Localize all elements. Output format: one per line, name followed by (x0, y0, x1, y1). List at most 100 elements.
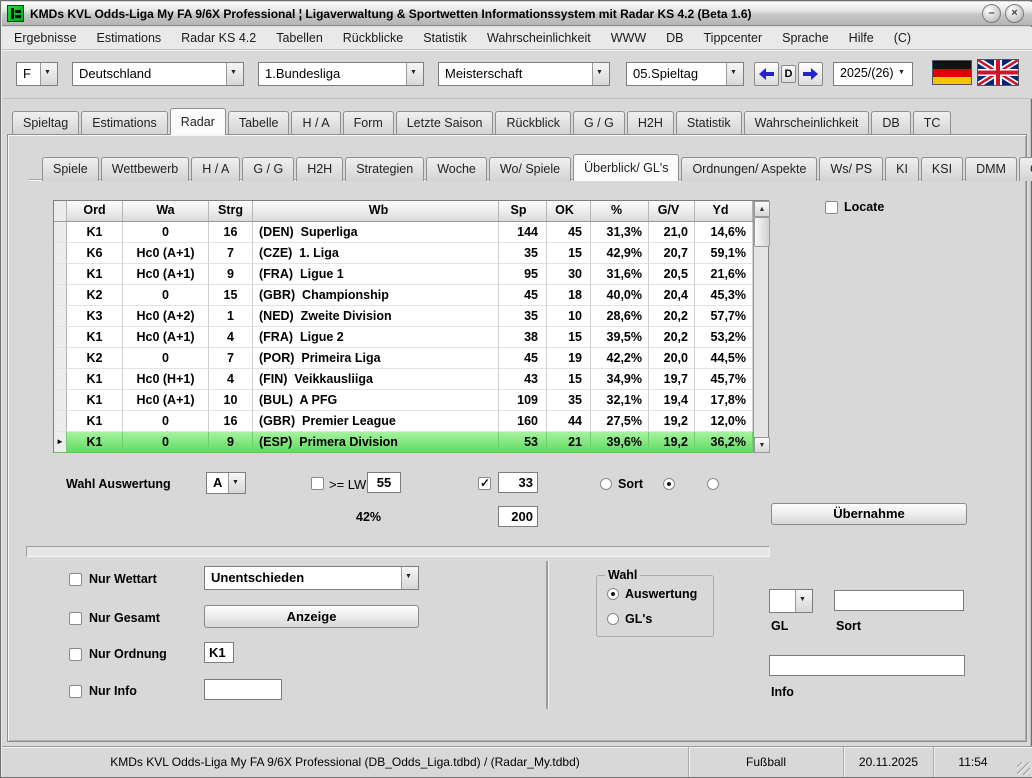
column-header[interactable]: Yd (695, 201, 753, 221)
main-tab[interactable]: H2H (627, 111, 674, 135)
nur-wettart-checkbox[interactable] (69, 573, 82, 586)
radar-tab[interactable]: Ordnungen/ Aspekte (681, 157, 817, 181)
radar-tab[interactable]: H2H (296, 157, 343, 181)
radar-tab[interactable]: KI (885, 157, 919, 181)
main-tab[interactable]: Rückblick (495, 111, 571, 135)
menu-item[interactable]: Ergebnisse (4, 27, 87, 49)
info-input[interactable] (769, 655, 965, 676)
main-tab[interactable]: DB (871, 111, 910, 135)
sort-input[interactable] (834, 590, 964, 611)
radar-tab[interactable]: Wo/ Spiele (489, 157, 571, 181)
column-header[interactable]: Wa (123, 201, 209, 221)
threshold-input[interactable] (498, 472, 538, 493)
radar-tab[interactable]: Woche (426, 157, 487, 181)
chevron-down-icon[interactable] (406, 63, 423, 85)
menu-item[interactable]: Rückblicke (333, 27, 413, 49)
radar-tab[interactable]: G / G (242, 157, 294, 181)
column-header[interactable]: OK (547, 201, 591, 221)
column-header[interactable]: Sp (499, 201, 547, 221)
close-icon[interactable]: × (1005, 4, 1024, 23)
ordnung-input[interactable] (204, 642, 234, 663)
table-row[interactable]: K1Hc0 (A+1)10(BUL) A PFG1093532,1%19,417… (54, 390, 753, 411)
table-row[interactable]: K1Hc0 (A+1)4(FRA) Ligue 2381539,5%20,253… (54, 327, 753, 348)
chevron-down-icon[interactable] (228, 473, 245, 493)
column-header[interactable]: Wb (253, 201, 499, 221)
table-row[interactable]: K1Hc0 (H+1)4(FIN) Veikkausliiga431534,9%… (54, 369, 753, 390)
chevron-down-icon[interactable] (401, 567, 418, 589)
chevron-down-icon[interactable] (726, 63, 743, 85)
radar-tab[interactable]: DMM (965, 157, 1017, 181)
uk-flag-icon[interactable] (977, 59, 1019, 86)
main-tab[interactable]: Spieltag (12, 111, 79, 135)
menu-item[interactable]: Sprache (772, 27, 839, 49)
main-tab[interactable]: Form (343, 111, 394, 135)
radar-tab[interactable]: Ws/ PS (819, 157, 883, 181)
menu-item[interactable]: Estimations (87, 27, 172, 49)
radar-tab[interactable]: Überblick/ GL's (573, 154, 679, 181)
table-row[interactable]: K207(POR) Primeira Liga451942,2%20,044,5… (54, 348, 753, 369)
auswertung-combobox[interactable]: A (206, 472, 246, 494)
radar-tab[interactable]: Wettbewerb (101, 157, 189, 181)
german-flag-icon[interactable] (932, 60, 972, 85)
chevron-down-icon[interactable] (40, 63, 57, 85)
wahl-gls-radio[interactable] (607, 613, 619, 625)
table-row[interactable]: K109(ESP) Primera Division532139,6%19,23… (54, 432, 753, 453)
menu-item[interactable]: Statistik (413, 27, 477, 49)
radar-tab[interactable]: Optionen (1019, 157, 1032, 181)
main-tab[interactable]: Letzte Saison (396, 111, 494, 135)
menu-item[interactable]: Tippcenter (694, 27, 773, 49)
matchday-combobox[interactable]: 05.Spieltag (626, 62, 744, 86)
uebernahme-button[interactable]: Übernahme (771, 503, 967, 525)
chevron-down-icon[interactable] (795, 590, 812, 612)
chevron-down-icon[interactable] (592, 63, 609, 85)
wettart-combobox[interactable]: Unentschieden (204, 566, 419, 590)
column-header[interactable]: Strg (209, 201, 253, 221)
filter-combobox[interactable]: F (16, 62, 58, 86)
lw-input[interactable] (367, 472, 401, 493)
limit-input[interactable] (498, 506, 538, 527)
table-row[interactable]: K1016(DEN) Superliga1444531,3%21,014,6% (54, 222, 753, 243)
chevron-down-icon[interactable] (226, 63, 243, 85)
menu-item[interactable]: Tabellen (266, 27, 333, 49)
next-matchday-button[interactable] (798, 62, 823, 86)
menu-item[interactable]: DB (656, 27, 693, 49)
radar-tab[interactable]: Strategien (345, 157, 424, 181)
info-filter-input[interactable] (204, 679, 282, 700)
radar-tab[interactable]: Spiele (42, 157, 99, 181)
main-tab[interactable]: Estimations (81, 111, 168, 135)
menu-item[interactable]: Radar KS 4.2 (171, 27, 266, 49)
menu-item[interactable]: WWW (601, 27, 656, 49)
scrollbar-thumb[interactable] (754, 217, 770, 247)
main-tab[interactable]: Statistik (676, 111, 742, 135)
main-tab[interactable]: Wahrscheinlichkeit (744, 111, 870, 135)
mode-combobox[interactable]: Meisterschaft (438, 62, 610, 86)
main-tab[interactable]: G / G (573, 111, 625, 135)
gl-combobox[interactable] (769, 589, 813, 613)
nav-d-button[interactable]: D (781, 65, 796, 83)
table-row[interactable]: K2015(GBR) Championship451840,0%20,445,3… (54, 285, 753, 306)
table-row[interactable]: K6Hc0 (A+1)7(CZE) 1. Liga351542,9%20,759… (54, 243, 753, 264)
scroll-down-icon[interactable]: ▼ (754, 437, 770, 453)
sort-option2-radio[interactable] (663, 478, 675, 490)
nur-ordnung-checkbox[interactable] (69, 648, 82, 661)
menu-item[interactable]: Wahrscheinlichkeit (477, 27, 601, 49)
previous-matchday-button[interactable] (754, 62, 779, 86)
table-row[interactable]: K3Hc0 (A+2)1(NED) Zweite Division351028,… (54, 306, 753, 327)
scroll-up-icon[interactable]: ▲ (754, 201, 770, 217)
column-header[interactable]: G/V (649, 201, 695, 221)
sort-option3-radio[interactable] (707, 478, 719, 490)
lw-checkbox[interactable] (311, 477, 324, 490)
anzeige-button[interactable]: Anzeige (204, 605, 419, 628)
menu-item[interactable]: (C) (884, 27, 921, 49)
minimize-icon[interactable]: – (982, 4, 1001, 23)
season-combobox[interactable]: 2025/(26) (833, 62, 913, 86)
wahl-auswertung-radio[interactable] (607, 588, 619, 600)
chevron-down-icon[interactable] (895, 63, 912, 85)
table-row[interactable]: K1Hc0 (A+1)9(FRA) Ligue 1953031,6%20,521… (54, 264, 753, 285)
locate-checkbox[interactable] (825, 201, 838, 214)
table-scrollbar[interactable]: ▲ ▼ (753, 201, 768, 453)
country-combobox[interactable]: Deutschland (72, 62, 244, 86)
main-tab[interactable]: Radar (170, 108, 226, 135)
radar-tab[interactable]: KSI (921, 157, 963, 181)
radar-tab[interactable]: H / A (191, 157, 240, 181)
